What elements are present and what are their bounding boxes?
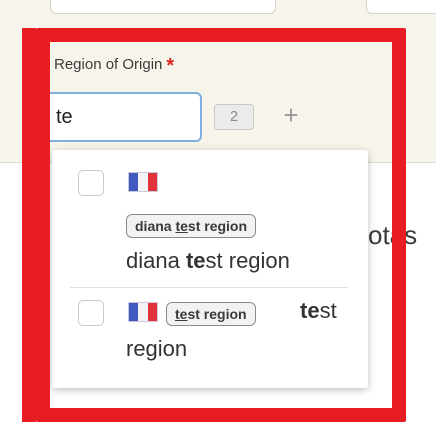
option-checkbox[interactable] bbox=[78, 170, 104, 196]
plus-icon: + bbox=[283, 100, 299, 130]
region-tag-chip[interactable]: diana test region bbox=[126, 214, 257, 238]
option-text-prefix: diana bbox=[126, 248, 186, 273]
region-of-origin-label: Region of Origin * bbox=[54, 52, 175, 77]
option-checkbox[interactable] bbox=[78, 300, 104, 326]
chip-text-prefix: diana bbox=[135, 218, 176, 234]
selected-count-badge: 2 bbox=[214, 104, 254, 130]
background-partial-label: otas bbox=[368, 220, 418, 250]
chip-text-match: te bbox=[175, 306, 188, 322]
option-label[interactable]: test bbox=[300, 298, 337, 324]
previous-field-input-right[interactable] bbox=[366, 0, 436, 14]
field-label-text: Region of Origin bbox=[54, 56, 163, 73]
chip-text-suffix: st region bbox=[187, 306, 247, 322]
region-tag-chip[interactable]: test region bbox=[166, 302, 256, 326]
option-text-match: te bbox=[185, 248, 206, 273]
highlight-frame-left bbox=[22, 28, 36, 422]
chip-text-match: te bbox=[175, 218, 188, 234]
option-text-suffix: st bbox=[319, 298, 337, 323]
flag-icon bbox=[128, 172, 158, 192]
option-label-continued[interactable]: region bbox=[126, 336, 187, 362]
previous-field-input[interactable] bbox=[50, 0, 276, 14]
region-search-input[interactable] bbox=[44, 92, 202, 142]
option-text-suffix: st region bbox=[205, 248, 290, 273]
flag-icon bbox=[128, 302, 158, 322]
option-text-match: te bbox=[300, 298, 320, 323]
option-divider bbox=[70, 287, 348, 288]
option-label[interactable]: diana test region bbox=[126, 248, 290, 274]
required-asterisk: * bbox=[166, 55, 175, 77]
add-region-button[interactable]: + bbox=[276, 100, 306, 132]
chip-text-suffix: st region bbox=[187, 218, 248, 234]
